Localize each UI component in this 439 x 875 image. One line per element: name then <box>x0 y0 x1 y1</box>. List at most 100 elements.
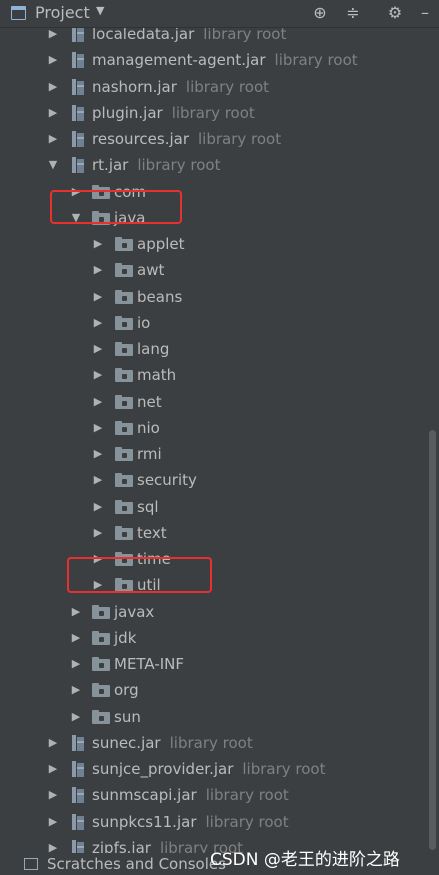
item-name: security <box>137 471 197 490</box>
tree-item-label: sun <box>114 704 141 730</box>
util-highlight-box <box>67 557 212 593</box>
collapsed-arrow-icon[interactable]: ▶ <box>70 677 82 703</box>
collapsed-arrow-icon[interactable]: ▶ <box>47 126 59 152</box>
tree-row-pkg2-0[interactable]: ▶ javax <box>0 599 439 625</box>
project-window-icon <box>11 6 26 20</box>
minimize-icon[interactable]: – <box>415 3 435 23</box>
collapsed-arrow-icon[interactable]: ▶ <box>47 47 59 73</box>
tree-row-jar-5[interactable]: ▼ rt.jar library root <box>0 152 439 178</box>
collapsed-arrow-icon[interactable]: ▶ <box>47 835 59 853</box>
collapsed-arrow-icon[interactable]: ▶ <box>92 310 104 336</box>
collapsed-arrow-icon[interactable]: ▶ <box>92 362 104 388</box>
package-folder-icon <box>92 683 110 698</box>
tree-row-jarb-3[interactable]: ▶ sunpkcs11.jar library root <box>0 809 439 835</box>
tree-row-jar-0[interactable]: ▶ localedata.jar library root <box>0 28 439 47</box>
watermark: CSDN @老王的进阶之路 <box>210 850 400 870</box>
collapsed-arrow-icon[interactable]: ▶ <box>47 782 59 808</box>
tree-row-java-applet[interactable]: ▶ applet <box>0 231 439 257</box>
jar-icon <box>72 78 84 95</box>
collapsed-arrow-icon[interactable]: ▶ <box>92 284 104 310</box>
tree-item-label: management-agent.jar library root <box>92 47 358 73</box>
tree-row-java-security[interactable]: ▶ security <box>0 467 439 493</box>
collapsed-arrow-icon[interactable]: ▶ <box>47 74 59 100</box>
collapsed-arrow-icon[interactable]: ▶ <box>70 625 82 651</box>
tree-row-java-nio[interactable]: ▶ nio <box>0 415 439 441</box>
tree-row-jar-4[interactable]: ▶ resources.jar library root <box>0 126 439 152</box>
collapsed-arrow-icon[interactable]: ▶ <box>70 651 82 677</box>
tree-row-java-rmi[interactable]: ▶ rmi <box>0 441 439 467</box>
item-name: lang <box>137 340 170 358</box>
vertical-scrollbar[interactable] <box>429 430 436 850</box>
collapsed-arrow-icon[interactable]: ▶ <box>92 467 104 493</box>
library-root-suffix: library root <box>274 51 358 70</box>
tree-row-java-math[interactable]: ▶ math <box>0 362 439 388</box>
tree-item-label: rt.jar library root <box>92 152 220 178</box>
item-name: sql <box>137 497 159 516</box>
tree-row-jar-2[interactable]: ▶ nashorn.jar library root <box>0 74 439 100</box>
item-name: plugin.jar <box>92 103 163 122</box>
chevron-down-icon[interactable]: ▼ <box>96 4 104 17</box>
collapsed-arrow-icon[interactable]: ▶ <box>92 520 104 546</box>
tree-item-label: rmi <box>137 441 162 467</box>
collapsed-arrow-icon[interactable]: ▶ <box>92 494 104 520</box>
tree-row-pkg2-2[interactable]: ▶ META-INF <box>0 651 439 677</box>
collapsed-arrow-icon[interactable]: ▶ <box>70 704 82 730</box>
tree-row-java-util[interactable]: ▶ util <box>0 572 439 598</box>
collapsed-arrow-icon[interactable]: ▶ <box>70 599 82 625</box>
tree-row-java-time[interactable]: ▶ time <box>0 546 439 572</box>
project-view-title[interactable]: Project <box>35 3 90 22</box>
library-root-suffix: library root <box>171 103 255 122</box>
item-name: text <box>137 523 167 542</box>
library-root-suffix: library root <box>198 130 282 148</box>
collapsed-arrow-icon[interactable]: ▶ <box>47 28 59 47</box>
tree-row-jarb-0[interactable]: ▶ sunec.jar library root <box>0 730 439 756</box>
package-folder-icon <box>115 447 133 462</box>
item-name: sunec.jar <box>92 733 161 752</box>
collapsed-arrow-icon[interactable]: ▶ <box>92 336 104 362</box>
tree-row-jarb-2[interactable]: ▶ sunmscapi.jar library root <box>0 782 439 808</box>
jar-icon <box>72 52 84 69</box>
package-folder-icon <box>115 368 133 383</box>
item-name: management-agent.jar <box>92 51 266 70</box>
package-folder-icon <box>115 289 133 305</box>
collapsed-arrow-icon[interactable]: ▶ <box>92 231 104 257</box>
item-name: META-INF <box>114 655 185 673</box>
item-name: nio <box>137 418 160 437</box>
collapsed-arrow-icon[interactable]: ▶ <box>47 809 59 835</box>
tree-row-jar-3[interactable]: ▶ plugin.jar library root <box>0 100 439 126</box>
tree-row-java-lang[interactable]: ▶ lang <box>0 336 439 362</box>
tree-row-java-sql[interactable]: ▶ sql <box>0 494 439 520</box>
collapsed-arrow-icon[interactable]: ▶ <box>47 756 59 782</box>
tree-row-jar-1[interactable]: ▶ management-agent.jar library root <box>0 47 439 73</box>
item-name: sunpkcs11.jar <box>92 812 197 831</box>
item-name: io <box>137 313 151 332</box>
collapsed-arrow-icon[interactable]: ▶ <box>92 415 104 441</box>
scratches-icon <box>24 858 38 870</box>
library-root-suffix: library root <box>203 28 287 43</box>
library-root-suffix: library root <box>169 733 253 752</box>
collapsed-arrow-icon[interactable]: ▶ <box>92 389 104 415</box>
tree-row-pkg2-3[interactable]: ▶ org <box>0 677 439 703</box>
locate-icon[interactable]: ⊕ <box>310 3 330 23</box>
library-root-suffix: library root <box>137 156 221 175</box>
tree-row-java-io[interactable]: ▶ io <box>0 310 439 336</box>
gear-icon[interactable]: ⚙ <box>385 3 405 23</box>
tree-row-java-beans[interactable]: ▶ beans <box>0 284 439 310</box>
library-root-suffix: library root <box>205 786 289 805</box>
tree-item-label: sunec.jar library root <box>92 730 253 756</box>
tree-row-jarb-1[interactable]: ▶ sunjce_provider.jar library root <box>0 756 439 782</box>
package-folder-icon <box>92 630 110 646</box>
tree-row-pkg2-4[interactable]: ▶ sun <box>0 704 439 730</box>
item-name: beans <box>137 287 183 306</box>
collapsed-arrow-icon[interactable]: ▶ <box>92 441 104 467</box>
collapsed-arrow-icon[interactable]: ▶ <box>47 730 59 756</box>
tree-row-pkg2-1[interactable]: ▶ jdk <box>0 625 439 651</box>
expanded-arrow-icon[interactable]: ▼ <box>47 152 59 178</box>
collapsed-arrow-icon[interactable]: ▶ <box>47 100 59 126</box>
tree-row-java-net[interactable]: ▶ net <box>0 389 439 415</box>
collapse-icon[interactable]: ≑ <box>343 3 363 23</box>
tree-row-java-awt[interactable]: ▶ awt <box>0 257 439 283</box>
collapsed-arrow-icon[interactable]: ▶ <box>92 257 104 283</box>
package-folder-icon <box>115 499 133 515</box>
tree-row-java-text[interactable]: ▶ text <box>0 520 439 546</box>
